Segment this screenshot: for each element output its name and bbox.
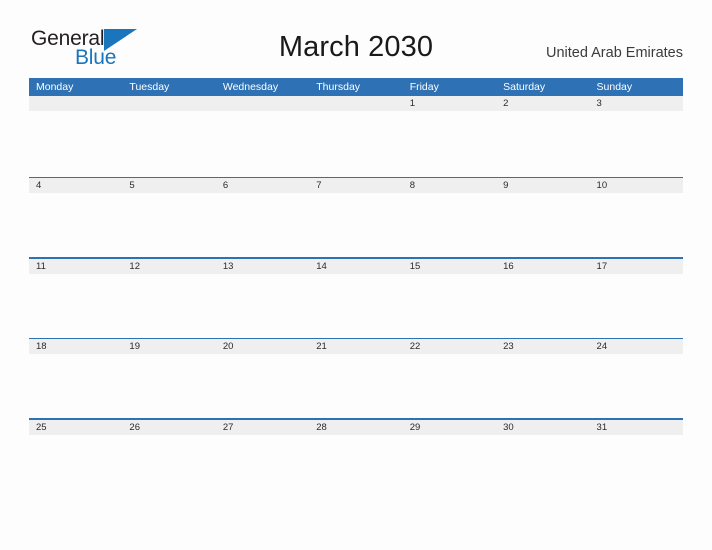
day-number: 11 — [36, 260, 46, 272]
day-number: 17 — [596, 260, 608, 272]
week-event-area — [29, 111, 683, 175]
day-event-cell[interactable] — [122, 274, 215, 338]
day-event-cell[interactable] — [590, 354, 683, 418]
day-number: 31 — [596, 421, 608, 433]
page-header: General Blue March 2030 United Arab Emir… — [0, 0, 712, 78]
week-day-number-band: 25 26 27 28 29 30 31 — [29, 419, 683, 435]
day-event-cell[interactable] — [496, 274, 589, 338]
weekday-header-tuesday: Tuesday — [129, 81, 170, 93]
day-event-cell[interactable] — [216, 274, 309, 338]
day-event-cell[interactable] — [29, 435, 122, 499]
calendar-page: General Blue March 2030 United Arab Emir… — [0, 0, 712, 550]
day-event-cell[interactable] — [216, 354, 309, 418]
day-event-cell[interactable] — [403, 193, 496, 257]
day-event-cell[interactable] — [590, 111, 683, 175]
week-day-number-band: 4 5 6 7 8 9 10 — [29, 178, 683, 194]
day-number: 19 — [129, 341, 140, 353]
day-event-cell[interactable] — [403, 354, 496, 418]
weekday-header-sunday: Sunday — [596, 81, 633, 93]
day-number — [29, 96, 122, 111]
day-event-cell[interactable] — [29, 193, 122, 257]
day-number: 4 — [36, 180, 42, 192]
day-event-cell[interactable] — [309, 193, 402, 257]
day-number: 7 — [316, 180, 322, 192]
day-number: 13 — [222, 260, 234, 272]
day-event-cell[interactable] — [29, 274, 122, 338]
day-number — [122, 96, 215, 111]
day-event-cell[interactable] — [216, 111, 309, 175]
day-event-cell[interactable] — [122, 354, 215, 418]
day-number: 9 — [503, 180, 509, 192]
day-event-cell[interactable] — [122, 111, 215, 175]
weekday-header-row: Monday Tuesday Wednesday Thursday Friday… — [29, 78, 683, 96]
day-event-cell[interactable] — [403, 274, 496, 338]
day-number: 26 — [129, 421, 140, 433]
day-event-cell[interactable] — [496, 435, 589, 499]
day-event-cell[interactable] — [496, 354, 589, 418]
day-number: 30 — [503, 421, 514, 433]
calendar-grid: Monday Tuesday Wednesday Thursday Friday… — [29, 78, 683, 499]
weekday-header-monday: Monday — [36, 81, 74, 93]
week-row: 4 5 6 7 8 9 10 — [29, 176, 683, 258]
week-row: 11 12 13 14 15 16 17 — [29, 257, 683, 338]
day-number: 6 — [222, 180, 229, 192]
day-number: 10 — [596, 180, 608, 192]
week-event-area — [29, 434, 683, 499]
day-number: 1 — [409, 98, 415, 109]
day-event-cell[interactable] — [496, 111, 589, 175]
day-event-cell[interactable] — [403, 111, 496, 175]
region-label: United Arab Emirates — [545, 45, 683, 61]
day-event-cell[interactable] — [590, 193, 683, 257]
day-event-cell[interactable] — [309, 354, 402, 418]
day-event-cell[interactable] — [122, 193, 215, 257]
day-number: 25 — [36, 421, 47, 433]
day-number: 16 — [503, 260, 514, 272]
day-event-cell[interactable] — [590, 274, 683, 338]
day-number: 24 — [596, 341, 608, 353]
day-number: 15 — [409, 260, 421, 272]
day-number — [216, 96, 309, 111]
day-event-cell[interactable] — [216, 435, 309, 499]
week-event-area — [29, 273, 683, 338]
day-number: 12 — [129, 260, 140, 272]
day-number: 2 — [503, 98, 509, 109]
week-day-number-band: 18 19 20 21 22 23 24 — [29, 339, 683, 355]
day-event-cell[interactable] — [496, 193, 589, 257]
week-row: 1 2 3 — [29, 96, 683, 177]
day-number: 29 — [409, 421, 421, 433]
day-event-cell[interactable] — [309, 435, 402, 499]
weekday-header-thursday: Thursday — [316, 81, 361, 93]
week-day-number-band: 11 12 13 14 15 16 17 — [29, 258, 683, 274]
week-day-number-band: 1 2 3 — [29, 96, 683, 111]
day-number: 18 — [36, 341, 47, 353]
day-number: 28 — [316, 421, 327, 433]
day-number — [309, 96, 402, 111]
day-event-cell[interactable] — [29, 111, 122, 175]
day-event-cell[interactable] — [309, 274, 402, 338]
day-event-cell[interactable] — [403, 435, 496, 499]
weekday-header-wednesday: Wednesday — [222, 81, 279, 93]
day-event-cell[interactable] — [309, 111, 402, 175]
day-event-cell[interactable] — [122, 435, 215, 499]
weekday-header-saturday: Saturday — [503, 81, 546, 93]
day-number: 27 — [222, 421, 234, 433]
day-number: 8 — [409, 180, 415, 192]
day-number: 20 — [222, 341, 234, 353]
day-number: 23 — [503, 341, 514, 353]
weekday-header-friday: Friday — [409, 81, 439, 93]
day-number: 3 — [596, 98, 602, 109]
week-row: 18 19 20 21 22 23 24 — [29, 337, 683, 419]
day-number: 21 — [316, 341, 327, 353]
day-number: 14 — [316, 260, 327, 272]
week-row: 25 26 27 28 29 30 31 — [29, 418, 683, 499]
week-event-area — [29, 354, 683, 419]
day-number: 22 — [409, 341, 421, 353]
day-event-cell[interactable] — [216, 193, 309, 257]
week-event-area — [29, 193, 683, 258]
day-event-cell[interactable] — [590, 435, 683, 499]
day-number: 5 — [129, 180, 135, 192]
day-event-cell[interactable] — [29, 354, 122, 418]
